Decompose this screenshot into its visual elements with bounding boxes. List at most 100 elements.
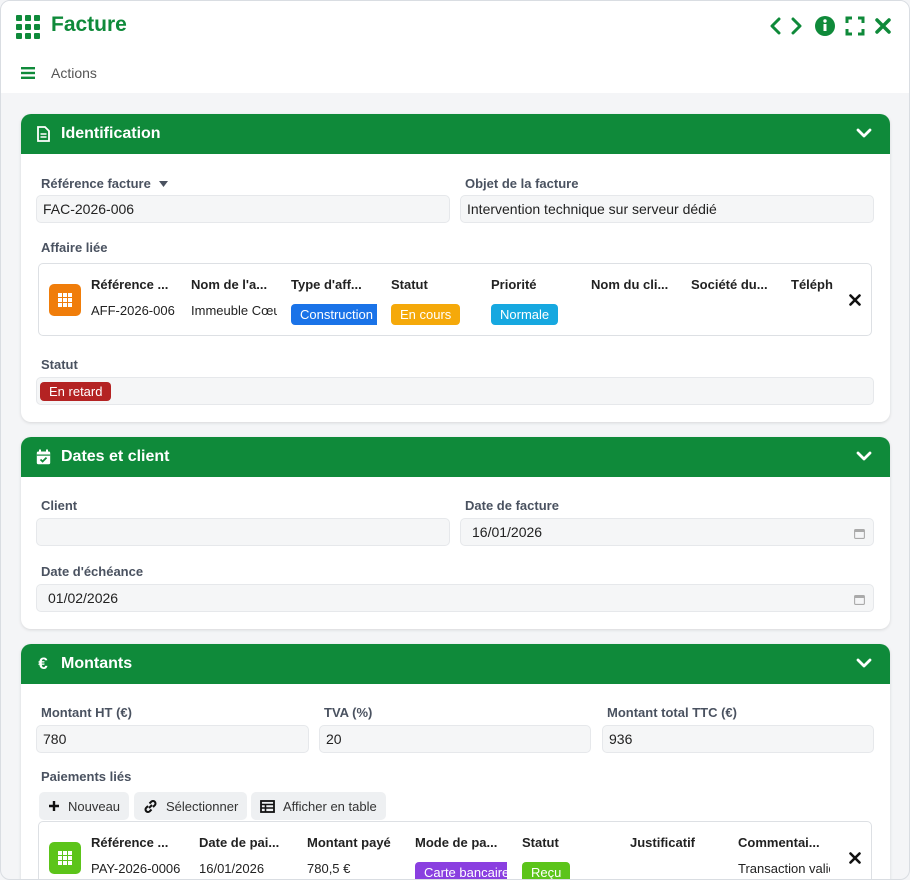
dates-title: Dates et client xyxy=(61,448,170,465)
paiement-commentaire: Transaction validée xyxy=(738,861,830,876)
client-field[interactable] xyxy=(36,518,450,546)
title-bar: Facture Actions xyxy=(1,1,909,93)
link-icon xyxy=(144,799,157,813)
affaire-col-reference: Référence ... xyxy=(91,277,169,292)
affaire-col-client: Nom du cli... xyxy=(591,277,669,292)
info-icon[interactable] xyxy=(814,15,836,37)
dates-section: Dates et client Client Date de facture 1… xyxy=(21,437,890,629)
statut-field[interactable]: En retard xyxy=(36,377,874,405)
mode-badge: Carte bancaire xyxy=(415,862,507,879)
table-view-icon xyxy=(260,799,275,813)
paiement-date: 16/01/2026 xyxy=(199,861,265,876)
actions-menu[interactable]: Actions xyxy=(21,65,97,81)
ref-label-text: Référence facture xyxy=(41,176,151,191)
affaire-col-nom: Nom de l'a... xyxy=(191,277,268,292)
close-icon[interactable] xyxy=(872,15,894,37)
nouveau-label: Nouveau xyxy=(68,798,121,814)
montants-title: Montants xyxy=(61,655,133,672)
statut-badge: En cours xyxy=(391,304,461,325)
ref-field[interactable]: FAC-2026-006 xyxy=(36,195,450,223)
identification-title: Identification xyxy=(61,125,161,142)
affaire-col-telephone: Téléph xyxy=(791,277,833,292)
montants-header[interactable]: € Montants xyxy=(21,644,890,684)
date-facture-label: Date de facture xyxy=(465,498,559,513)
paiement-statut-cell: Reçu xyxy=(522,862,571,879)
client-label: Client xyxy=(41,498,78,513)
affaire-nom: Immeuble Cœur xyxy=(191,303,277,318)
afficher-table-button[interactable]: Afficher en table xyxy=(251,792,386,820)
selectionner-label: Sélectionner xyxy=(166,798,239,814)
identification-header[interactable]: Identification xyxy=(21,114,890,154)
expand-icon[interactable] xyxy=(844,15,866,37)
document-icon xyxy=(35,125,51,143)
calendar-check-icon xyxy=(35,448,51,466)
paiement-col-mode: Mode de pa... xyxy=(415,835,498,850)
echeance-field[interactable]: 01/02/2026 xyxy=(36,584,874,612)
paiement-col-date: Date de pai... xyxy=(199,835,280,850)
identification-section: Identification Référence facture FAC-202… xyxy=(21,114,890,422)
chevron-right-icon[interactable] xyxy=(786,15,808,37)
chevron-down-icon[interactable] xyxy=(856,126,872,144)
chevron-left-icon[interactable] xyxy=(764,15,786,37)
affaire-statut-cell: En cours xyxy=(391,304,461,328)
affaire-reference: AFF-2026-006 xyxy=(91,303,175,318)
paiement-reference: PAY-2026-0006 xyxy=(91,861,181,876)
paiement-col-justificatif: Justificatif xyxy=(630,835,696,850)
paiements-label: Paiements liés xyxy=(41,769,132,784)
echeance-value: 01/02/2026 xyxy=(48,590,119,606)
caret-down-icon xyxy=(158,180,168,187)
affaire-linked-record[interactable]: Référence ... Nom de l'a... Type d'aff..… xyxy=(38,263,872,336)
objet-label: Objet de la facture xyxy=(465,176,579,191)
paiement-linked-record[interactable]: Référence ... Date de pai... Montant pay… xyxy=(38,821,872,879)
type-badge: Construction xyxy=(291,304,377,325)
euro-icon: € xyxy=(38,654,48,673)
ht-label: Montant HT (€) xyxy=(41,705,132,720)
objet-field[interactable]: Intervention technique sur serveur dédié xyxy=(460,195,874,223)
paiement-col-reference: Référence ... xyxy=(91,835,169,850)
nouveau-button[interactable]: Nouveau xyxy=(39,792,130,820)
paiement-col-statut: Statut xyxy=(522,835,559,850)
chevron-down-icon[interactable] xyxy=(856,449,872,467)
dates-header[interactable]: Dates et client xyxy=(21,437,890,477)
table-icon xyxy=(49,842,81,874)
paiement-col-montant: Montant payé xyxy=(307,835,391,850)
table-icon xyxy=(49,284,81,316)
calendar-icon[interactable] xyxy=(854,592,865,608)
grid-icon xyxy=(16,15,40,39)
affaire-priorite-cell: Normale xyxy=(491,304,559,328)
ttc-label: Montant total TTC (€) xyxy=(607,705,737,720)
chevron-down-icon[interactable] xyxy=(856,656,872,674)
priorite-badge: Normale xyxy=(491,304,559,325)
afficher-table-label: Afficher en table xyxy=(283,798,377,814)
actions-label: Actions xyxy=(51,65,97,81)
paiement-col-commentaire: Commentai... xyxy=(738,835,820,850)
paiement-mode-cell: Carte bancaire xyxy=(415,862,507,879)
tva-label: TVA (%) xyxy=(324,705,373,720)
statut-label: Statut xyxy=(41,357,78,372)
affaire-col-societe: Société du... xyxy=(691,277,768,292)
ht-field[interactable]: 780 xyxy=(36,725,309,753)
affaire-col-statut: Statut xyxy=(391,277,428,292)
date-facture-value: 16/01/2026 xyxy=(472,524,543,540)
affaire-col-type: Type d'aff... xyxy=(291,277,362,292)
calendar-icon[interactable] xyxy=(854,526,865,542)
ref-label[interactable]: Référence facture xyxy=(41,176,168,191)
affaire-col-priorite: Priorité xyxy=(491,277,537,292)
window-title: Facture xyxy=(51,13,127,36)
paiement-montant: 780,5 € xyxy=(307,861,351,876)
menu-icon xyxy=(21,67,35,79)
affaire-label: Affaire liée xyxy=(41,240,108,255)
montants-section: € Montants Montant HT (€) 780 TVA (%) 20… xyxy=(21,644,890,879)
invoice-window: Facture Actions Identification Référence… xyxy=(0,0,910,880)
selectionner-button[interactable]: Sélectionner xyxy=(134,792,248,820)
tva-field[interactable]: 20 xyxy=(319,725,591,753)
plus-icon xyxy=(49,801,59,811)
remove-affaire-icon[interactable] xyxy=(849,293,861,309)
recu-badge: Reçu xyxy=(522,862,571,879)
remove-paiement-icon[interactable] xyxy=(849,851,861,867)
affaire-type-cell: Construction xyxy=(291,304,377,328)
date-facture-field[interactable]: 16/01/2026 xyxy=(460,518,874,546)
ttc-field: 936 xyxy=(602,725,874,753)
echeance-label: Date d'échéance xyxy=(41,564,144,579)
statut-value-badge: En retard xyxy=(40,381,112,401)
